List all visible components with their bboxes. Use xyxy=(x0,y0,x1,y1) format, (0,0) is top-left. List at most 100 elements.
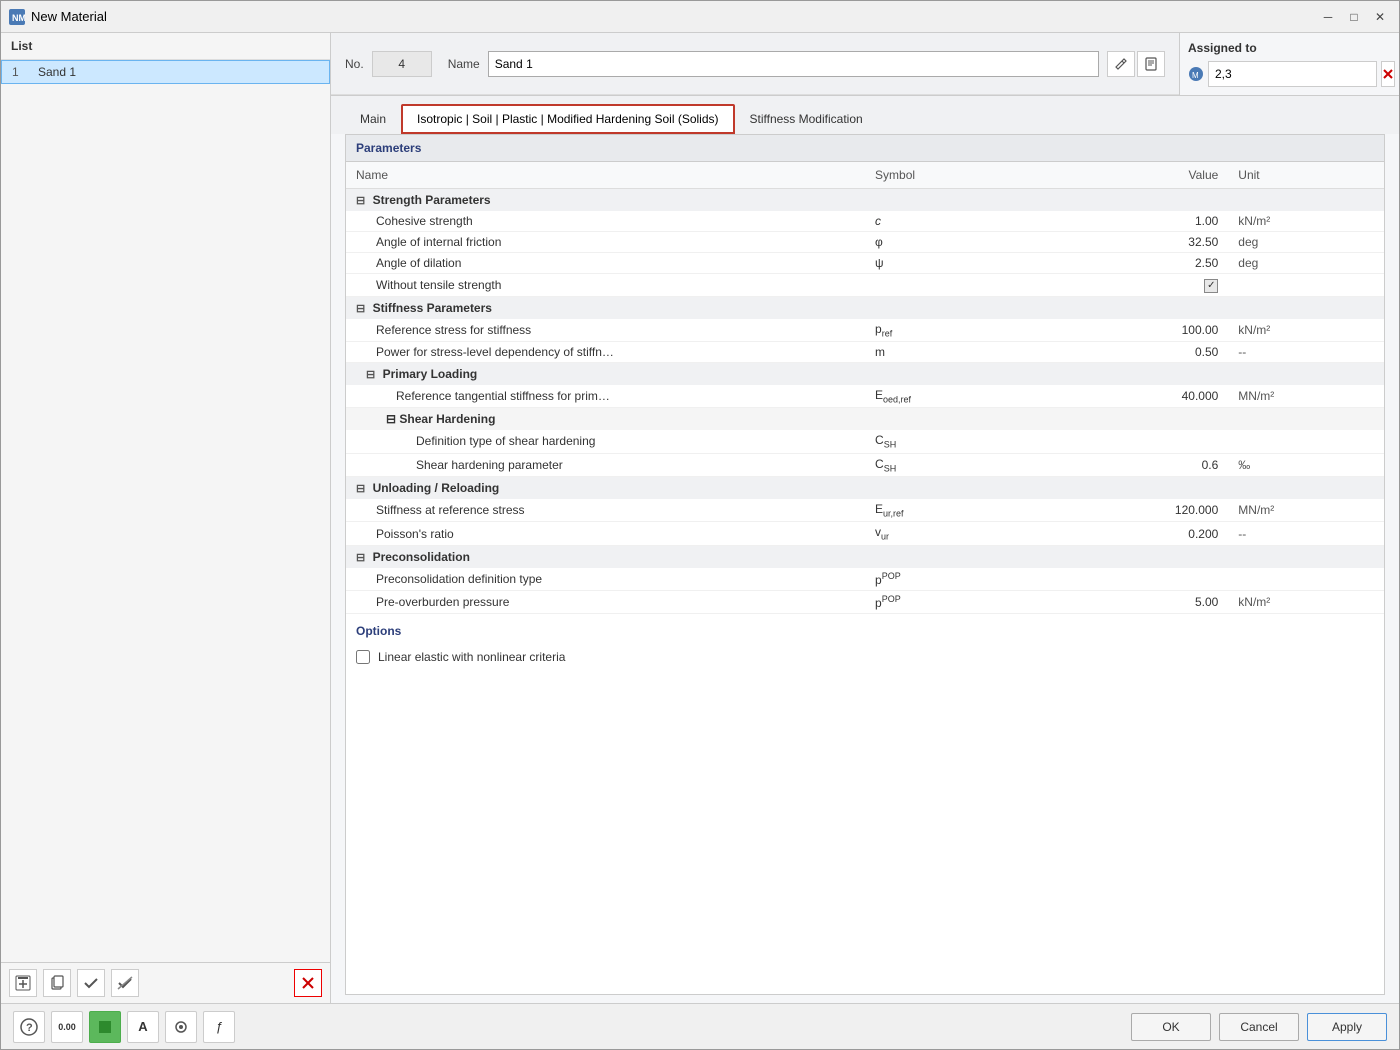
param-tensile-unit xyxy=(1228,274,1384,297)
subgroup-shear-label: Shear Hardening xyxy=(399,412,495,426)
col-name: Name xyxy=(346,162,865,189)
param-precons-pressure-value[interactable]: 5.00 xyxy=(1073,590,1229,613)
param-shear-param-unit: ‰ xyxy=(1228,453,1384,476)
main-content: List 1 Sand 1 xyxy=(1,33,1399,1003)
param-shear-param-value[interactable]: 0.6 xyxy=(1073,453,1229,476)
param-stiffref-symbol: Eur,ref xyxy=(865,499,1073,522)
param-tensile-symbol xyxy=(865,274,1073,297)
close-button[interactable]: ✕ xyxy=(1369,6,1391,28)
minimize-button[interactable]: ─ xyxy=(1317,6,1339,28)
assigned-row: M xyxy=(1188,61,1391,87)
param-precons-type-name: Preconsolidation definition type xyxy=(346,568,865,591)
list-item[interactable]: 1 Sand 1 xyxy=(1,60,330,84)
apply-button[interactable]: Apply xyxy=(1307,1013,1387,1041)
help-button[interactable]: ? xyxy=(13,1011,45,1043)
title-controls: ─ □ ✕ xyxy=(1317,6,1391,28)
param-tensile-value: ✓ xyxy=(1073,274,1229,297)
add-item-button[interactable] xyxy=(9,969,37,997)
param-power-value[interactable]: 0.50 xyxy=(1073,341,1229,362)
param-tangential-unit: MN/m² xyxy=(1228,385,1384,408)
param-tangential-value[interactable]: 40.000 xyxy=(1073,385,1229,408)
collapse-strength[interactable]: ⊟ xyxy=(356,195,365,207)
param-cohesive-name: Cohesive strength xyxy=(346,211,865,232)
param-precons-type-symbol: pPOP xyxy=(865,568,1073,591)
parameters-table: Name Symbol Value Unit ⊟ Strength Parame… xyxy=(346,162,1384,614)
list-item-name: Sand 1 xyxy=(38,65,76,79)
param-friction-unit: deg xyxy=(1228,232,1384,253)
option-linear: Linear elastic with nonlinear criteria xyxy=(356,646,1374,668)
cancel-button[interactable]: Cancel xyxy=(1219,1013,1299,1041)
delete-item-button[interactable] xyxy=(294,969,322,997)
collapse-primary[interactable]: ⊟ xyxy=(366,369,375,381)
edit-name-button[interactable] xyxy=(1107,51,1135,77)
tab-stiffness[interactable]: Stiffness Modification xyxy=(735,105,878,133)
group-stiffness: ⊟ Stiffness Parameters xyxy=(346,296,1384,319)
linear-elastic-checkbox[interactable] xyxy=(356,650,370,664)
param-precons-pressure-symbol: pPOP xyxy=(865,590,1073,613)
param-refstress-unit: kN/m² xyxy=(1228,319,1384,342)
maximize-button[interactable]: □ xyxy=(1343,6,1365,28)
param-refstress: Reference stress for stiffness pref 100.… xyxy=(346,319,1384,342)
uncheck-all-button[interactable] xyxy=(111,969,139,997)
param-friction: Angle of internal friction φ 32.50 deg xyxy=(346,232,1384,253)
copy-item-button[interactable] xyxy=(43,969,71,997)
param-cohesive-value[interactable]: 1.00 xyxy=(1073,211,1229,232)
name-input[interactable] xyxy=(488,51,1099,77)
right-panel: No. 4 Name xyxy=(331,33,1399,1003)
param-shear-param-symbol: CSH xyxy=(865,453,1073,476)
param-friction-symbol: φ xyxy=(865,232,1073,253)
tensile-checkbox[interactable]: ✓ xyxy=(1204,279,1218,293)
collapse-stiffness[interactable]: ⊟ xyxy=(356,303,365,315)
param-poisson-value[interactable]: 0.200 xyxy=(1073,522,1229,545)
group-strength-label: Strength Parameters xyxy=(373,193,491,207)
book-button[interactable] xyxy=(1137,51,1165,77)
collapse-precons[interactable]: ⊟ xyxy=(356,552,365,564)
bottom-left-tools: ? 0.00 A ƒ xyxy=(13,1011,235,1043)
meta-name: Name xyxy=(448,51,1165,77)
param-tensile: Without tensile strength ✓ xyxy=(346,274,1384,297)
param-precons-type-value xyxy=(1073,568,1229,591)
assigned-input[interactable] xyxy=(1208,61,1377,87)
param-friction-value[interactable]: 32.50 xyxy=(1073,232,1229,253)
svg-text:M: M xyxy=(1192,71,1199,80)
bottom-right-buttons: OK Cancel Apply xyxy=(1131,1013,1387,1041)
group-stiffness-label: Stiffness Parameters xyxy=(373,301,492,315)
content-area: Parameters Name Symbol Value Unit xyxy=(345,134,1385,995)
meta-no: No. 4 xyxy=(345,51,432,77)
param-poisson: Poisson's ratio vur 0.200 -- xyxy=(346,522,1384,545)
param-cohesive-unit: kN/m² xyxy=(1228,211,1384,232)
name-label: Name xyxy=(448,57,480,71)
group-precons-label: Preconsolidation xyxy=(373,550,470,564)
param-dilation-value[interactable]: 2.50 xyxy=(1073,253,1229,274)
list-toolbar xyxy=(1,962,330,1003)
param-refstress-symbol: pref xyxy=(865,319,1073,342)
group-strength: ⊟ Strength Parameters xyxy=(346,189,1384,212)
param-refstress-value[interactable]: 100.00 xyxy=(1073,319,1229,342)
check-all-button[interactable] xyxy=(77,969,105,997)
parameters-header: Parameters xyxy=(346,135,1384,162)
ok-button[interactable]: OK xyxy=(1131,1013,1211,1041)
param-precons-type: Preconsolidation definition type pPOP xyxy=(346,568,1384,591)
values-button[interactable]: 0.00 xyxy=(51,1011,83,1043)
param-tangential-name: Reference tangential stiffness for prim… xyxy=(346,385,865,408)
param-shear-def-name: Definition type of shear hardening xyxy=(346,430,865,453)
param-tangential: Reference tangential stiffness for prim…… xyxy=(346,385,1384,408)
group-primary: ⊟ Primary Loading xyxy=(346,362,1384,385)
text-tool-button[interactable]: A xyxy=(127,1011,159,1043)
tab-main[interactable]: Main xyxy=(345,105,401,133)
param-precons-pressure-unit: kN/m² xyxy=(1228,590,1384,613)
param-dilation-name: Angle of dilation xyxy=(346,253,865,274)
function-tool-button[interactable]: ƒ xyxy=(203,1011,235,1043)
view-tool-button[interactable] xyxy=(165,1011,197,1043)
green-tool-button[interactable] xyxy=(89,1011,121,1043)
param-precons-pressure: Pre-overburden pressure pPOP 5.00 kN/m² xyxy=(346,590,1384,613)
tab-isotropic[interactable]: Isotropic | Soil | Plastic | Modified Ha… xyxy=(401,104,734,134)
clear-assigned-button[interactable] xyxy=(1381,61,1395,87)
collapse-unloading[interactable]: ⊟ xyxy=(356,483,365,495)
param-stiffref-unit: MN/m² xyxy=(1228,499,1384,522)
param-stiffref-value[interactable]: 120.000 xyxy=(1073,499,1229,522)
collapse-shear[interactable]: ⊟ xyxy=(386,412,396,426)
tabs-row: Main Isotropic | Soil | Plastic | Modifi… xyxy=(331,96,1399,134)
param-shear-def-symbol: CSH xyxy=(865,430,1073,453)
meta-name-btns xyxy=(1107,51,1165,77)
